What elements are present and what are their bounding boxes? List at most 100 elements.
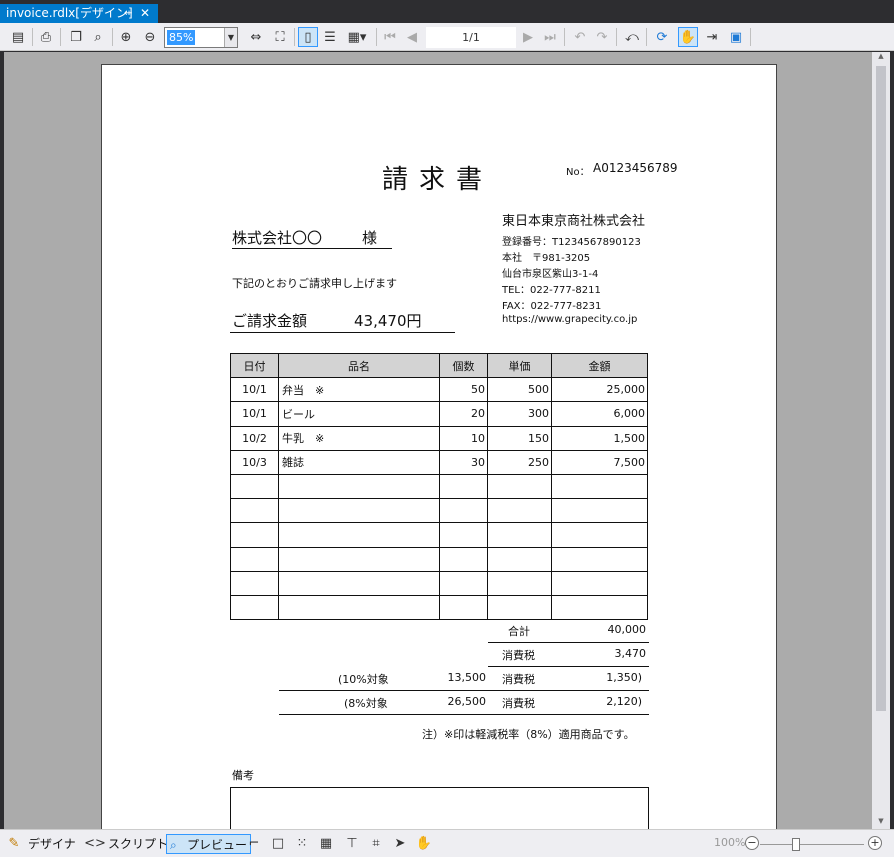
scroll-up-icon[interactable]: ▲: [872, 52, 890, 64]
script-tab[interactable]: スクリプト: [108, 834, 168, 854]
cell: [439, 522, 488, 548]
doc-no: A0123456789: [593, 161, 678, 175]
selection-icon[interactable]: ⇥: [702, 27, 722, 47]
cell: [439, 546, 488, 572]
vertical-scrollbar[interactable]: ▲ ▼: [872, 52, 890, 829]
cell: [439, 498, 488, 524]
slider-knob[interactable]: [792, 838, 800, 851]
rate10-tax-label: 消費税: [502, 673, 535, 686]
report-viewer[interactable]: 請求書 No： A0123456789 株式会社〇〇 様 東日本東京商社株式会社…: [4, 52, 872, 829]
preview-tab-label: プレビュー: [187, 838, 248, 852]
rate10-base: 13,500: [447, 671, 487, 684]
cell: [487, 473, 552, 500]
back-icon[interactable]: ↶: [570, 27, 590, 47]
cell: 10/1: [230, 377, 279, 403]
magnifier-icon: ⌕: [170, 838, 177, 852]
close-icon[interactable]: ✕: [140, 4, 150, 23]
table-row: [230, 594, 648, 621]
continuous-icon[interactable]: ☰: [320, 27, 340, 47]
table-row: [230, 473, 648, 500]
table-header: 日付 品名 個数 単価 金額: [230, 352, 648, 379]
table-row: [230, 522, 648, 548]
preview-toolbar: ▤ ⎙ ❐ ⌕ ⊕ ⊖ 85% ▼ ⇔ ⛶ ▯ ☰ ▦▾ ⏮ ◀ 1/1 ▶ ⏭…: [0, 23, 894, 51]
pencil-icon: ✎: [8, 836, 20, 851]
toc-icon[interactable]: ▤: [8, 27, 28, 47]
designer-tab[interactable]: デザイナ: [28, 834, 76, 854]
divider: [279, 690, 649, 691]
cell: [551, 498, 648, 524]
align-icon[interactable]: ⊤: [342, 834, 362, 854]
cell: 500: [487, 377, 552, 403]
col-date: 日付: [230, 352, 279, 379]
cell: 雑誌: [278, 449, 440, 475]
scroll-down-icon[interactable]: ▼: [872, 817, 890, 829]
fit-width-icon[interactable]: ⇔: [246, 27, 266, 47]
code-icon: <>: [84, 836, 106, 851]
items-table: 日付 品名 個数 単価 金額 10/1 弁当 ※ 50 500 25,000 10/1 ビ…: [230, 352, 648, 621]
cell: [230, 522, 279, 548]
cell: [278, 546, 440, 572]
intro-text: 下記のとおりご請求申し上げます: [232, 277, 397, 290]
zoom-plus-button[interactable]: +: [868, 836, 882, 850]
cell: 7,500: [551, 449, 648, 475]
return-icon[interactable]: ⤺: [622, 27, 642, 47]
copy-icon[interactable]: ❐: [66, 27, 86, 47]
refresh-icon[interactable]: ⟳: [652, 27, 672, 47]
single-page-icon[interactable]: ▯: [298, 27, 318, 47]
zoom-level: 100%: [714, 836, 746, 849]
company-fax: FAX：022-777-8231: [502, 301, 602, 312]
pan-hand-icon[interactable]: ✋: [678, 27, 698, 47]
box-icon[interactable]: □: [268, 834, 288, 854]
chevron-down-icon[interactable]: ▼: [224, 28, 237, 47]
dotted-grid-icon[interactable]: ⁙: [292, 834, 312, 854]
col-price: 単価: [487, 352, 552, 379]
preview-tab[interactable]: ⌕ プレビュー: [166, 834, 252, 854]
document-tab-bar: invoice.rdlx[デザイン] ⇷ ✕: [0, 0, 894, 23]
zoom-out-icon[interactable]: ⊖: [140, 27, 160, 47]
print-icon[interactable]: ⎙: [36, 27, 56, 47]
last-page-icon[interactable]: ⏭: [540, 27, 560, 47]
company-reg: 登録番号：T1234567890123: [502, 237, 641, 248]
table-row: 10/2 牛乳 ※ 10 150 1,500: [230, 425, 648, 451]
company-address: 仙台市泉区紫山3-1-4: [502, 269, 599, 280]
status-bar: ✎ デザイナ <> スクリプト ⌕ プレビュー ⌐ □ ⁙ ▦ ⊤ ⌗ ➤ ✋ …: [0, 829, 894, 857]
find-icon[interactable]: ⌕: [88, 27, 108, 47]
fit-page-icon[interactable]: ⛶: [270, 27, 290, 47]
multipage-icon[interactable]: ▦▾: [344, 27, 370, 47]
crop-icon[interactable]: ⌗: [366, 834, 386, 854]
zoom-in-icon[interactable]: ⊕: [116, 27, 136, 47]
zoom-select[interactable]: 85% ▼: [164, 27, 238, 48]
cell: ビール: [278, 401, 440, 427]
pin-icon[interactable]: ⇷: [124, 4, 132, 23]
cell: 150: [487, 425, 552, 451]
table-row: 10/1 弁当 ※ 50 500 25,000: [230, 377, 648, 403]
zoom-minus-button[interactable]: −: [745, 836, 759, 850]
rate10-tax: 1,350): [606, 671, 642, 684]
company-tel: TEL：022-777-8211: [502, 285, 601, 296]
ruler-icon[interactable]: ⌐: [244, 834, 264, 854]
prev-page-icon[interactable]: ◀: [402, 27, 422, 47]
snapshot-icon[interactable]: ▣: [726, 27, 746, 47]
zoom-slider[interactable]: [760, 838, 864, 851]
cell: [551, 570, 648, 596]
first-page-icon[interactable]: ⏮: [380, 27, 400, 47]
col-qty: 個数: [439, 352, 488, 379]
cell: [487, 498, 552, 524]
cell: 弁当 ※: [278, 377, 440, 403]
cell: 10: [439, 425, 488, 451]
invoice-page: 請求書 No： A0123456789 株式会社〇〇 様 東日本東京商社株式会社…: [101, 64, 777, 829]
forward-icon[interactable]: ↷: [592, 27, 612, 47]
table-row: [230, 498, 648, 524]
document-tab[interactable]: invoice.rdlx[デザイン] ⇷ ✕: [0, 4, 158, 23]
scroll-thumb[interactable]: [876, 66, 886, 711]
page-number-input[interactable]: 1/1: [426, 27, 516, 48]
pointer-icon[interactable]: ➤: [390, 834, 410, 854]
hand-icon[interactable]: ✋: [414, 834, 434, 854]
grid-icon[interactable]: ▦: [316, 834, 336, 854]
customer: 株式会社〇〇: [232, 229, 323, 247]
amount-value: 43,470円: [354, 312, 422, 330]
cell: [551, 546, 648, 572]
cell: [230, 546, 279, 572]
remarks-box: [230, 787, 649, 829]
next-page-icon[interactable]: ▶: [518, 27, 538, 47]
